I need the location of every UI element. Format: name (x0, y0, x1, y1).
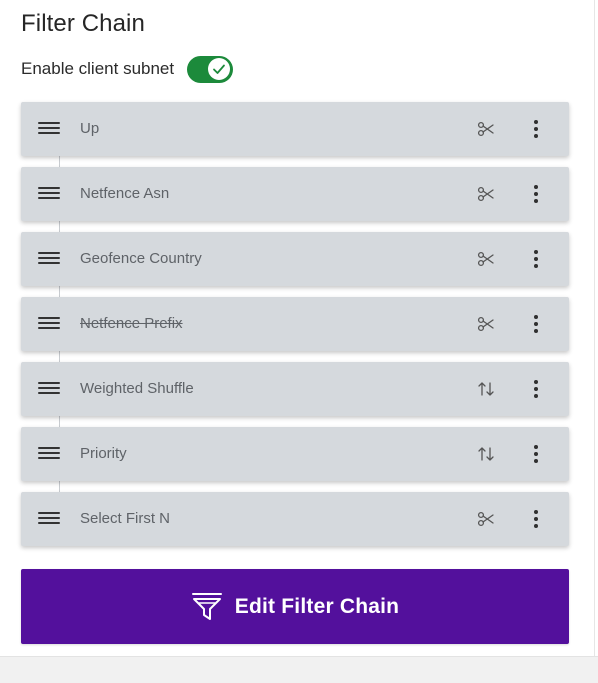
page-title: Filter Chain (21, 10, 145, 37)
more-options-icon[interactable] (527, 247, 545, 271)
filter-item-up[interactable]: Up (21, 102, 569, 156)
filter-label: Up (80, 120, 100, 137)
drag-handle-icon[interactable] (38, 317, 60, 331)
scissors-icon (477, 511, 494, 527)
scissors-icon (477, 316, 494, 332)
checkmark-icon (213, 64, 226, 74)
filter-label: Geofence Country (80, 250, 202, 267)
filter-item-netfence-prefix[interactable]: Netfence Prefix (21, 297, 569, 351)
more-options-icon[interactable] (527, 312, 545, 336)
client-subnet-row: Enable client subnet (21, 55, 234, 83)
drag-handle-icon[interactable] (38, 187, 60, 201)
drag-handle-icon[interactable] (38, 447, 60, 461)
client-subnet-toggle[interactable] (187, 55, 234, 83)
drag-handle-icon[interactable] (38, 122, 60, 136)
edit-button-label: Edit Filter Chain (234, 594, 400, 618)
filter-item-geofence-country[interactable]: Geofence Country (21, 232, 569, 286)
more-options-icon[interactable] (527, 182, 545, 206)
sort-arrows-icon (478, 382, 494, 396)
filter-funnel-icon (191, 592, 222, 620)
filter-item-select-first-n[interactable]: Select First N (21, 492, 569, 546)
filter-chain-panel: Filter Chain Enable client subnet Up Net… (0, 0, 594, 656)
scissors-icon (477, 186, 494, 202)
edit-filter-chain-button[interactable]: Edit Filter Chain (21, 569, 569, 644)
panel-divider (594, 0, 595, 656)
toggle-knob (208, 58, 231, 80)
filter-label: Weighted Shuffle (80, 380, 194, 397)
filter-item-priority[interactable]: Priority (21, 427, 569, 481)
filter-label: Netfence Asn (80, 185, 170, 202)
drag-handle-icon[interactable] (38, 382, 60, 396)
filter-label: Netfence Prefix (80, 315, 183, 332)
scissors-icon (477, 121, 494, 137)
drag-handle-icon[interactable] (38, 512, 60, 526)
filter-item-netfence-asn[interactable]: Netfence Asn (21, 167, 569, 221)
more-options-icon[interactable] (527, 377, 545, 401)
more-options-icon[interactable] (527, 117, 545, 141)
bottom-strip (0, 656, 598, 683)
client-subnet-label: Enable client subnet (21, 59, 175, 78)
more-options-icon[interactable] (527, 442, 545, 466)
scissors-icon (477, 251, 494, 267)
filter-label: Priority (80, 445, 127, 462)
sort-arrows-icon (478, 447, 494, 461)
filter-item-weighted-shuffle[interactable]: Weighted Shuffle (21, 362, 569, 416)
drag-handle-icon[interactable] (38, 252, 60, 266)
more-options-icon[interactable] (527, 507, 545, 531)
filter-label: Select First N (80, 510, 171, 527)
